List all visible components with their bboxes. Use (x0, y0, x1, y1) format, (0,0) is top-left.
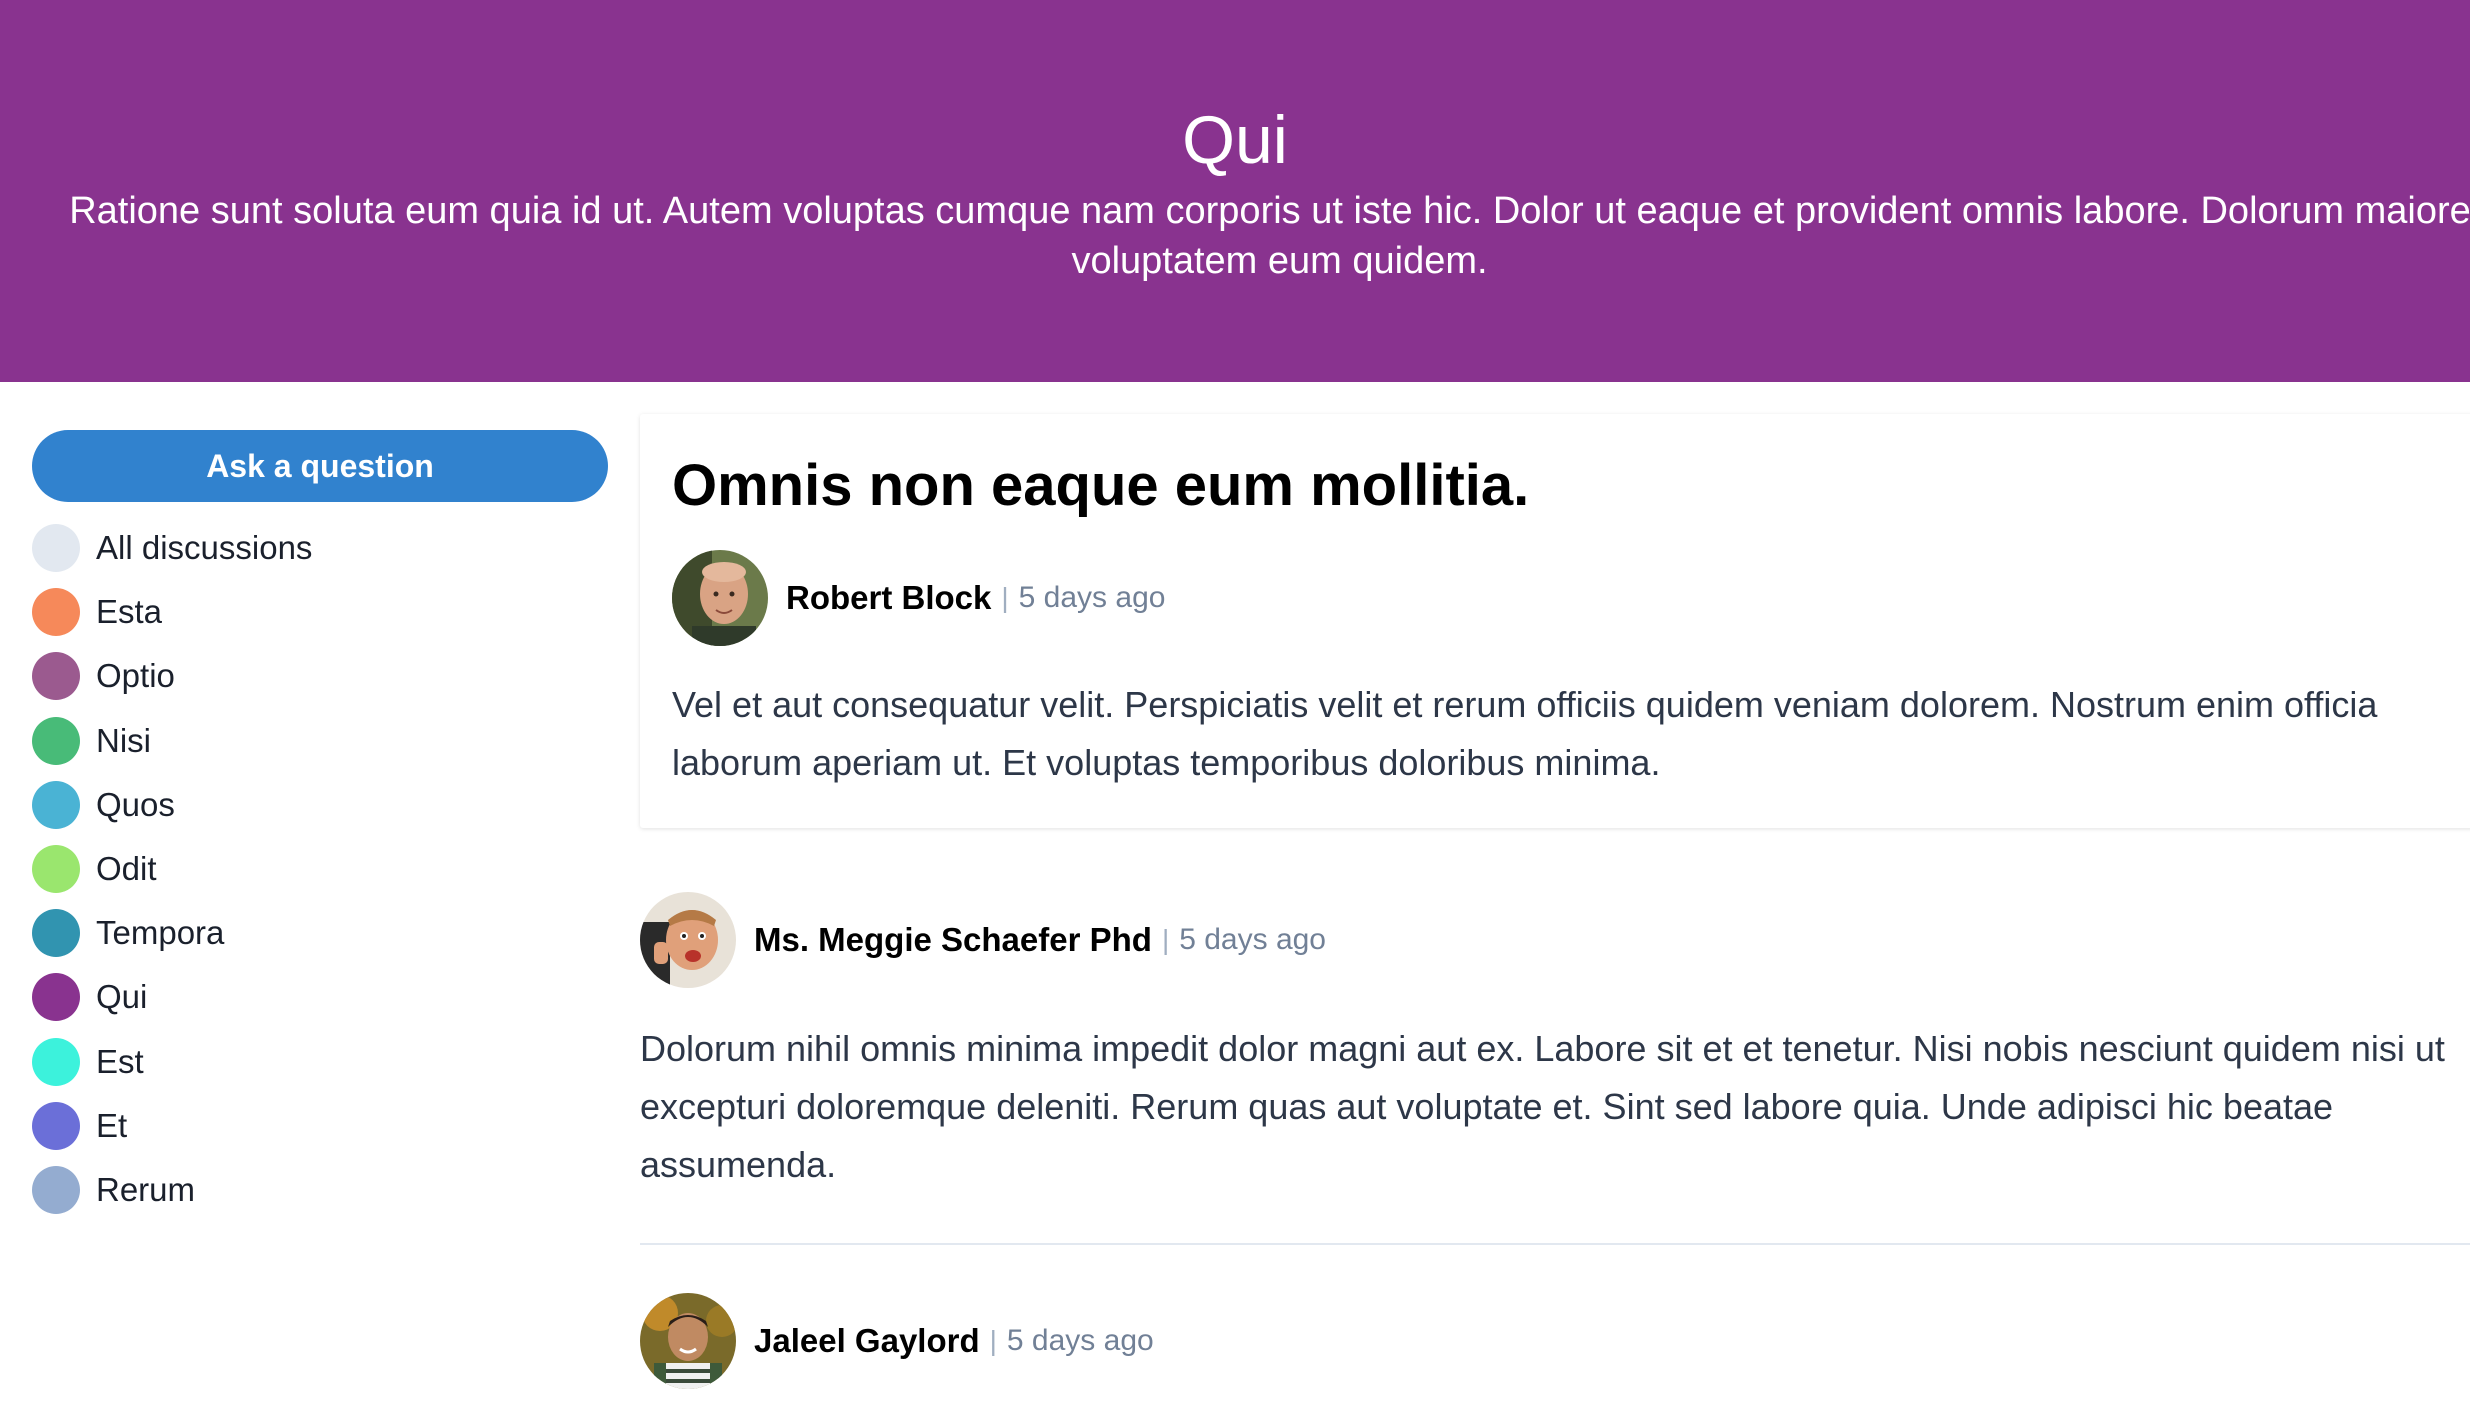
sidebar-item-esta[interactable]: Esta (32, 580, 608, 644)
channel-color-dot (32, 588, 80, 637)
channel-color-dot (32, 1165, 80, 1214)
sidebar-item-quos[interactable]: Quos (32, 773, 608, 837)
channel-color-dot (32, 780, 80, 829)
sidebar-item-all-discussions[interactable]: All discussions (32, 516, 608, 580)
channel-color-dot (32, 524, 80, 573)
channel-color-dot (32, 909, 80, 958)
channel-header: Qui Ratione sunt soluta eum quia id ut. … (0, 0, 2470, 382)
sidebar-item-label: Quos (96, 785, 175, 823)
channel-color-dot (32, 652, 80, 701)
avatar-image (640, 892, 736, 988)
channel-color-dot (32, 845, 80, 894)
sidebar-item-odit[interactable]: Odit (32, 837, 608, 901)
sidebar-item-label: Esta (96, 593, 163, 631)
avatar[interactable] (640, 892, 736, 988)
meta-separator: | (1001, 582, 1009, 613)
thread-card: Omnis non eaque eum mollitia. Robert Blo… (640, 414, 2470, 828)
ask-question-button[interactable]: Ask a question (32, 430, 608, 502)
avatar-image (672, 550, 768, 646)
sidebar-item-label: Odit (96, 850, 157, 888)
channel-color-dot (32, 1101, 80, 1150)
channel-color-dot (32, 973, 80, 1022)
reply-body: Dolorum nihil omnis minima impedit dolor… (640, 1028, 2445, 1185)
sidebar-item-label: Optio (96, 657, 175, 695)
reply-divider (640, 1243, 2470, 1245)
sidebar-item-label: Est (96, 1042, 144, 1080)
avatar-image (640, 1293, 736, 1389)
post-timestamp: 5 days ago (1006, 1324, 1154, 1357)
channel-description: Ratione sunt soluta eum quia id ut. Aute… (69, 190, 2470, 282)
sidebar-item-est[interactable]: Est (32, 1030, 608, 1094)
meta-separator: | (989, 1325, 997, 1356)
sidebar-item-label: Et (96, 1106, 128, 1144)
author-name[interactable]: Ms. Meggie Schaefer Phd (754, 921, 1152, 959)
channel-color-dot (32, 716, 80, 765)
sidebar-item-label: Tempora (96, 914, 225, 952)
avatar[interactable] (640, 1293, 736, 1389)
reply-author-row: Ms. Meggie Schaefer Phd | 5 days ago (640, 892, 1326, 988)
post-timestamp: 5 days ago (1179, 923, 1326, 956)
sidebar-item-optio[interactable]: Optio (32, 644, 608, 708)
sidebar-item-label: Qui (96, 978, 148, 1016)
sidebar-item-et[interactable]: Et (32, 1094, 608, 1158)
sidebar-item-qui[interactable]: Qui (32, 965, 608, 1029)
author-name[interactable]: Robert Block (786, 579, 991, 617)
thread-title: Omnis non eaque eum mollitia. (672, 453, 1530, 518)
sidebar-item-label: Rerum (96, 1170, 196, 1208)
post-timestamp: 5 days ago (1018, 581, 1166, 614)
channel-title: Qui (1182, 102, 1288, 178)
sidebar-item-label: All discussions (96, 529, 313, 567)
reply-author-row: Jaleel Gaylord | 5 days ago (640, 1293, 1154, 1389)
thread-body: Vel et aut consequatur velit. Perspiciat… (672, 684, 2378, 783)
sidebar-item-nisi[interactable]: Nisi (32, 709, 608, 773)
thread-author-row: Robert Block | 5 days ago (672, 550, 1165, 646)
avatar[interactable] (672, 550, 768, 646)
channel-color-dot (32, 1037, 80, 1086)
sidebar: Ask a question All discussions Esta Opti… (32, 430, 608, 1222)
sidebar-item-tempora[interactable]: Tempora (32, 901, 608, 965)
channel-list: All discussions Esta Optio Nisi Quos Odi… (32, 516, 608, 1222)
sidebar-item-label: Nisi (96, 721, 151, 759)
meta-separator: | (1161, 924, 1170, 955)
sidebar-item-rerum[interactable]: Rerum (32, 1158, 608, 1222)
author-name[interactable]: Jaleel Gaylord (754, 1322, 980, 1360)
